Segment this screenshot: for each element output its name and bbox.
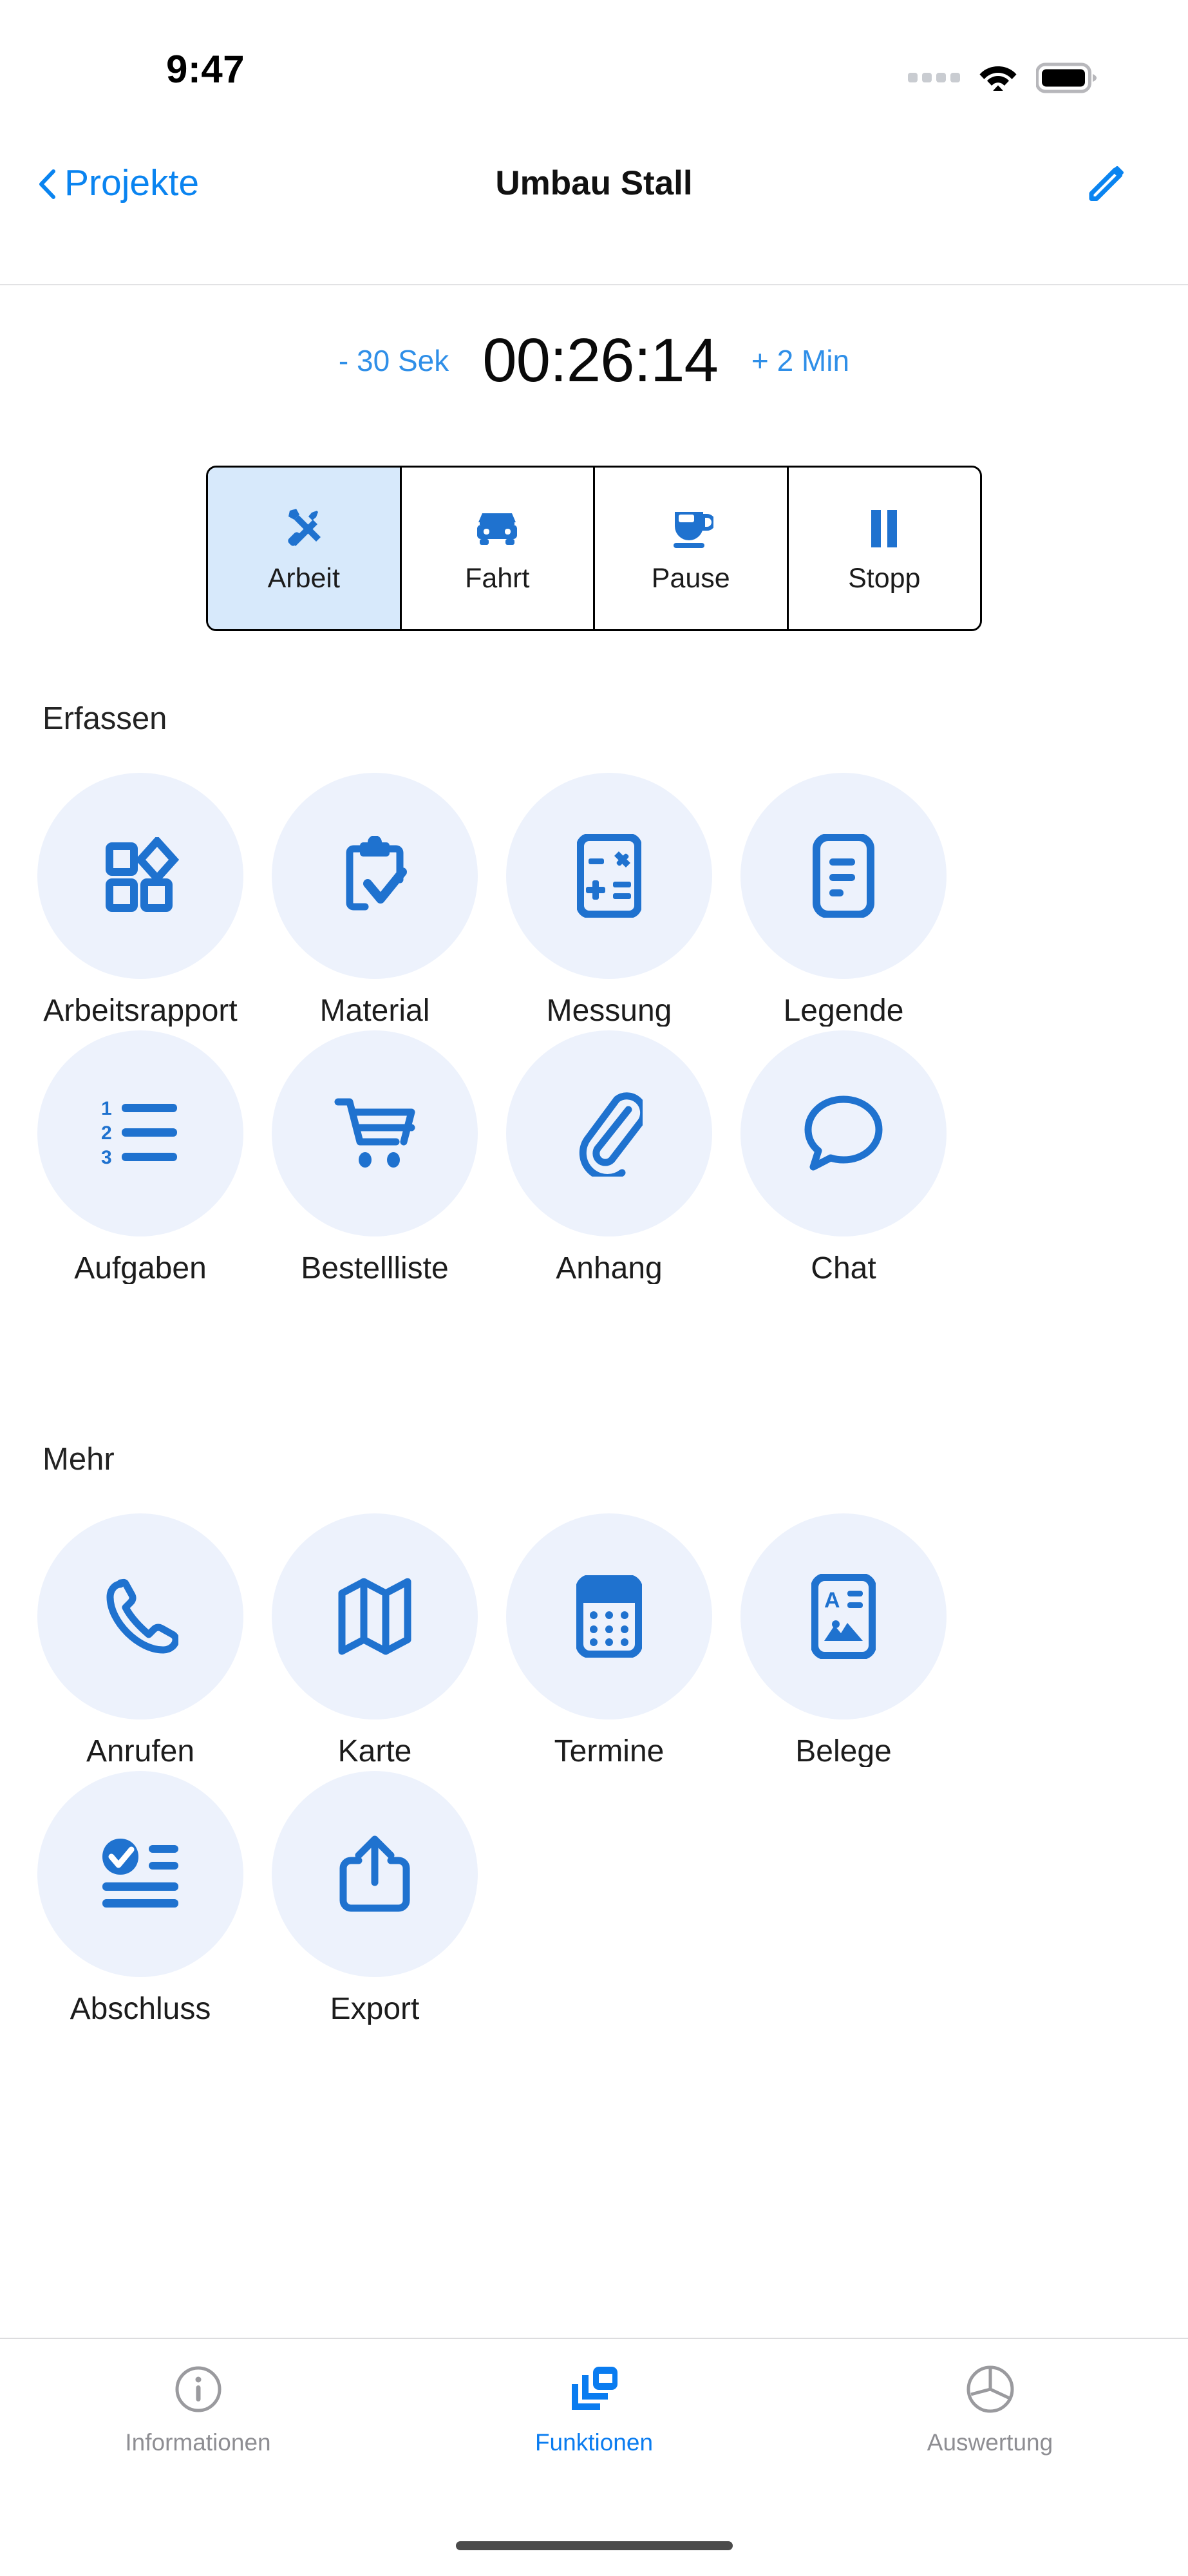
tile-label: Anrufen: [86, 1736, 195, 1767]
pie-chart-icon: [965, 2362, 1016, 2416]
svg-text:2: 2: [101, 1122, 112, 1144]
tab-auswertung[interactable]: Auswertung: [792, 2339, 1188, 2454]
pencil-icon: [1084, 166, 1130, 209]
svg-text:3: 3: [101, 1147, 112, 1168]
wifi-icon: [978, 61, 1018, 96]
mode-segmented-control: Arbeit Fahrt Pause Stopp: [206, 466, 982, 631]
timer-decrement-button[interactable]: - 30 Sek: [339, 346, 449, 375]
tile-messung[interactable]: Messung: [492, 773, 726, 1027]
tab-label: Informationen: [125, 2429, 271, 2456]
checklist-done-icon: [37, 1771, 243, 1977]
phone-icon: [37, 1513, 243, 1719]
erfassen-grid: Arbeitsrapport Material Messung Legende …: [0, 773, 1188, 1288]
tile-label: Anhang: [556, 1253, 663, 1284]
tile-export[interactable]: Export: [258, 1771, 492, 2025]
tile-chat[interactable]: Chat: [726, 1030, 961, 1284]
tools-hammer-wrench-icon: [281, 504, 327, 553]
map-icon: [272, 1513, 478, 1719]
tab-funktionen[interactable]: Funktionen: [396, 2339, 792, 2454]
car-icon: [472, 504, 522, 553]
svg-text:1: 1: [101, 1098, 112, 1119]
tile-label: Material: [319, 996, 430, 1027]
document-lines-icon: [740, 773, 947, 979]
tile-label: Belege: [795, 1736, 892, 1767]
calculator-icon: [506, 773, 712, 979]
segment-arbeit[interactable]: Arbeit: [208, 468, 402, 629]
segment-fahrt[interactable]: Fahrt: [401, 468, 595, 629]
segment-label: Stopp: [848, 563, 921, 594]
timer-value: 00:26:14: [482, 326, 719, 395]
tile-abschluss[interactable]: Abschluss: [23, 1771, 258, 2025]
tile-label: Bestellliste: [301, 1253, 449, 1284]
numbered-list-icon: 1 2 3: [37, 1030, 243, 1236]
tile-label: Karte: [337, 1736, 412, 1767]
segment-label: Fahrt: [465, 563, 530, 594]
shopping-cart-icon: [272, 1030, 478, 1236]
timer-row: - 30 Sek 00:26:14 + 2 Min: [0, 316, 1188, 406]
section-title-mehr: Mehr: [42, 1442, 115, 1477]
mehr-grid: Anrufen Karte Termine A Belege Abschluss…: [0, 1513, 1188, 2029]
tile-anrufen[interactable]: Anrufen: [23, 1513, 258, 1767]
tile-label: Export: [330, 1994, 420, 2025]
tile-aufgaben[interactable]: 1 2 3 Aufgaben: [23, 1030, 258, 1284]
page-title: Umbau Stall: [495, 164, 693, 202]
section-title-erfassen: Erfassen: [42, 701, 167, 736]
tile-bestellliste[interactable]: Bestellliste: [258, 1030, 492, 1284]
shapes-grid-icon: [37, 773, 243, 979]
app-screen: 9:47 Projekte Umbau Stall - 30 Sek 00:26…: [0, 0, 1188, 2576]
edit-button[interactable]: [1084, 160, 1130, 206]
tile-label: Termine: [554, 1736, 665, 1767]
tile-termine[interactable]: Termine: [492, 1513, 726, 1767]
stacked-cards-icon: [567, 2362, 621, 2416]
coffee-cup-icon: [668, 504, 713, 553]
share-export-icon: [272, 1771, 478, 1977]
tile-legende[interactable]: Legende: [726, 773, 961, 1027]
tile-label: Arbeitsrapport: [43, 996, 238, 1027]
tile-material[interactable]: Material: [258, 773, 492, 1027]
tile-belege[interactable]: A Belege: [726, 1513, 961, 1767]
speech-bubble-icon: [740, 1030, 947, 1236]
tile-arbeitsrapport[interactable]: Arbeitsrapport: [23, 773, 258, 1027]
tile-label: Abschluss: [70, 1994, 211, 2025]
svg-text:A: A: [824, 1588, 840, 1613]
tile-anhang[interactable]: Anhang: [492, 1030, 726, 1284]
signal-dots-icon: [908, 73, 960, 82]
tile-label: Chat: [811, 1253, 876, 1284]
tab-label: Funktionen: [534, 2429, 654, 2456]
segment-label: Pause: [651, 563, 730, 594]
tile-label: Messung: [546, 996, 672, 1027]
segment-stopp[interactable]: Stopp: [788, 468, 980, 629]
clipboard-check-icon: [272, 773, 478, 979]
status-bar: 9:47: [0, 0, 1188, 103]
tile-karte[interactable]: Karte: [258, 1513, 492, 1767]
segment-pause[interactable]: Pause: [595, 468, 789, 629]
status-bar-time: 9:47: [166, 48, 245, 91]
home-indicator: [455, 2541, 733, 2550]
status-bar-indicators: [908, 61, 1098, 96]
battery-full-icon: [1036, 62, 1098, 93]
tile-label: Aufgaben: [74, 1253, 207, 1284]
calendar-icon: [506, 1513, 712, 1719]
navigation-bar: Projekte Umbau Stall: [0, 103, 1188, 285]
tab-label: Auswertung: [927, 2429, 1053, 2456]
timer-increment-button[interactable]: + 2 Min: [751, 346, 849, 375]
segment-label: Arbeit: [267, 563, 340, 594]
pause-icon: [867, 504, 901, 553]
paperclip-icon: [506, 1030, 712, 1236]
tab-informationen[interactable]: Informationen: [0, 2339, 396, 2454]
tile-label: Legende: [783, 996, 904, 1027]
info-circle-icon: [173, 2362, 223, 2416]
receipt-card-icon: A: [740, 1513, 947, 1719]
tab-bar: Informationen Funktionen Auswertung: [0, 2339, 1188, 2500]
